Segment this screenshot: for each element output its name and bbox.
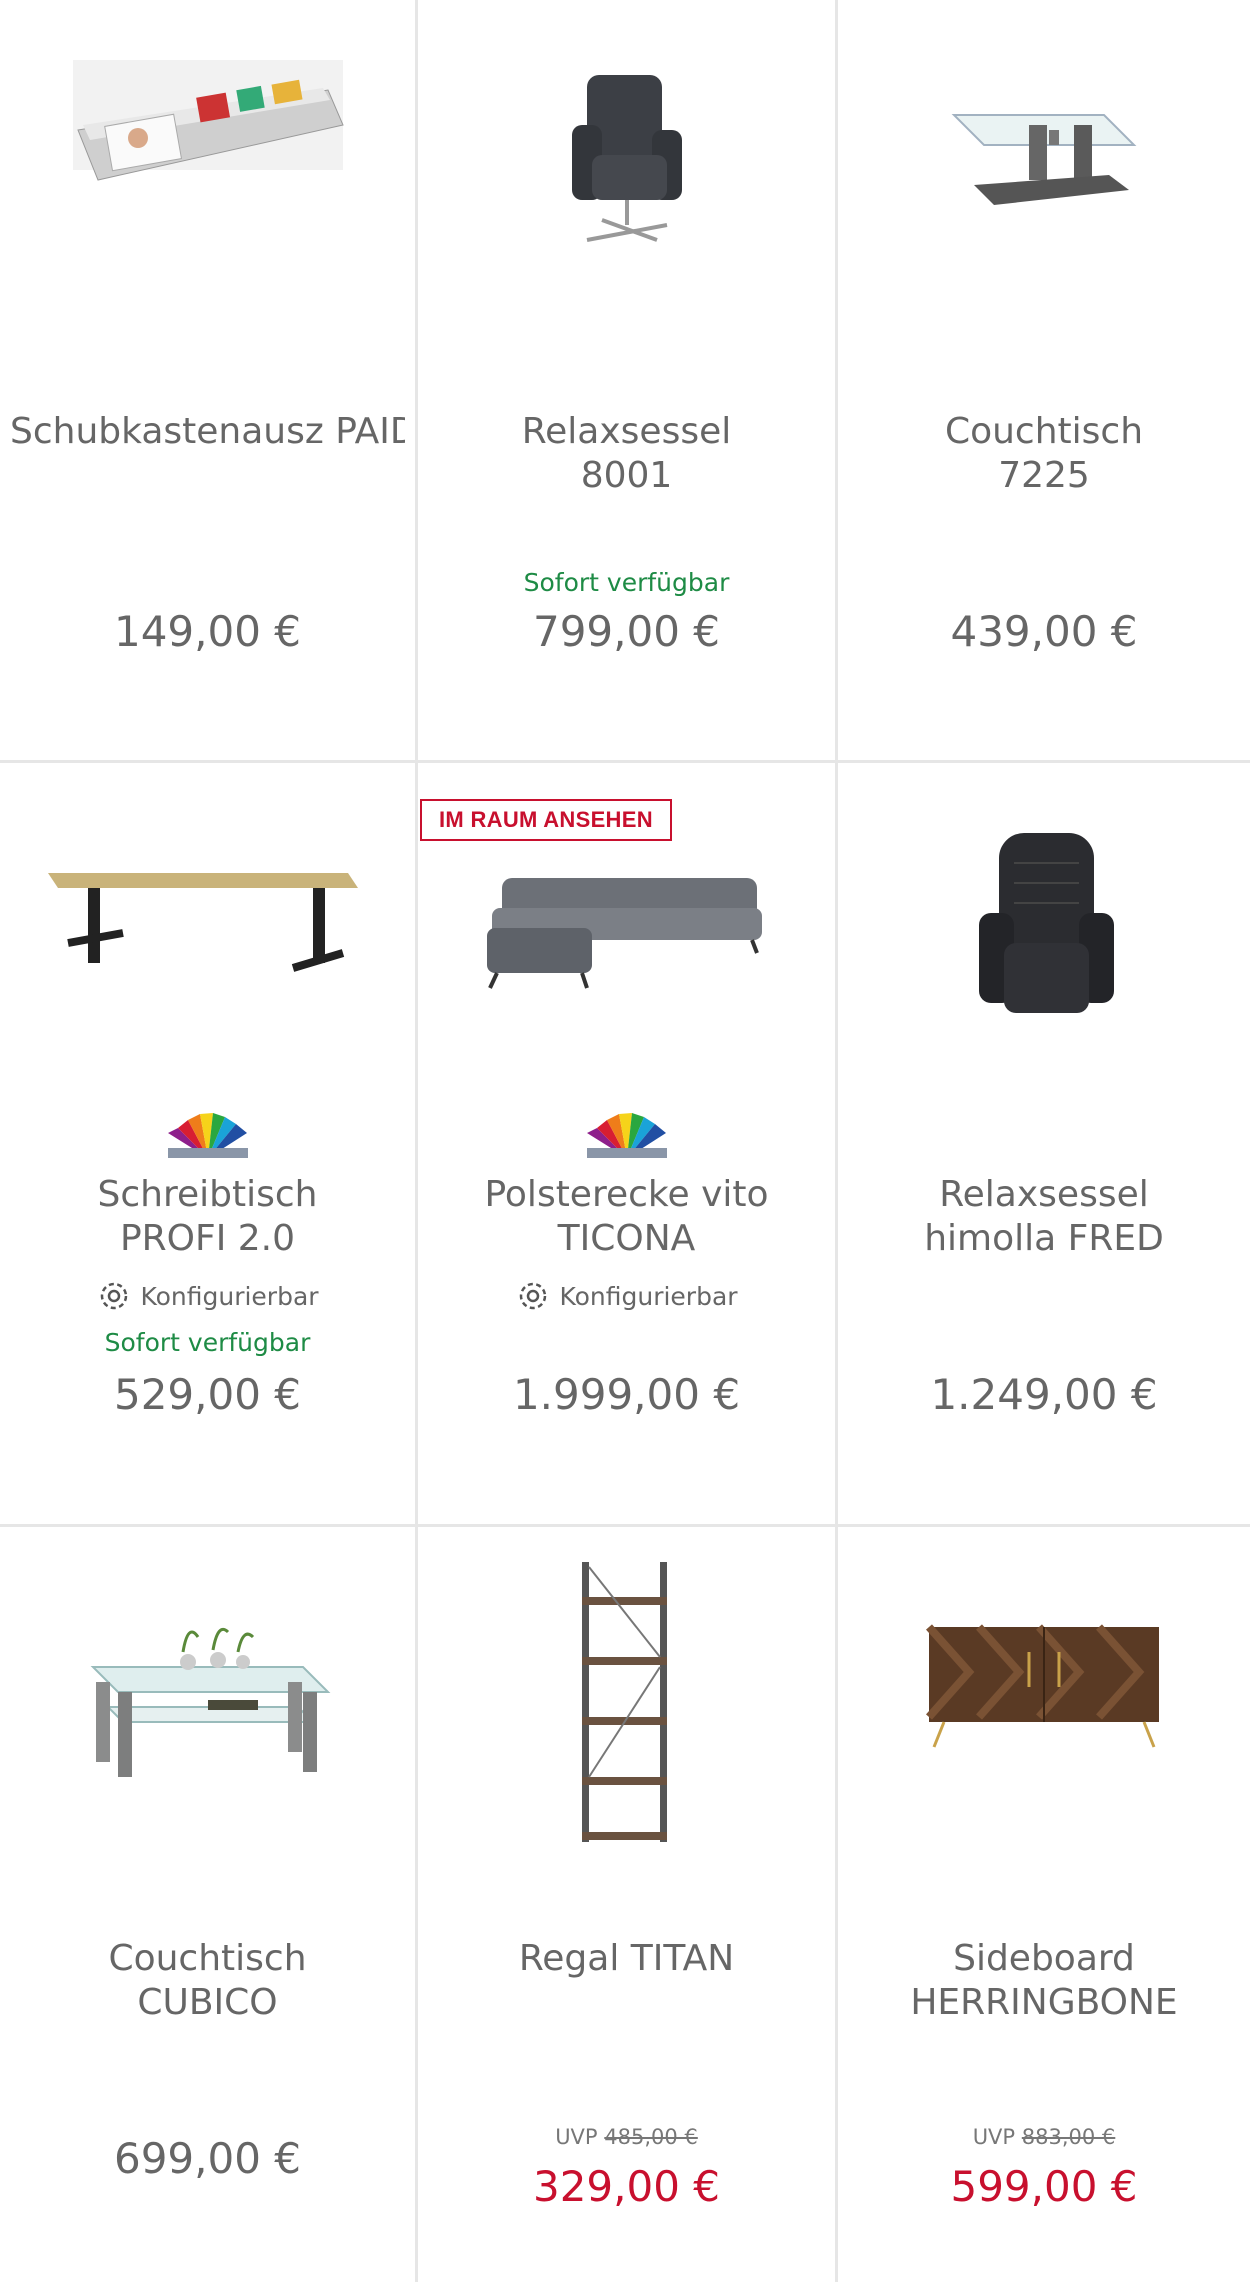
shelf-image[interactable] [418, 1557, 835, 1867]
product-card[interactable]: Couchtisch 7225 439,00 € [838, 0, 1250, 763]
leather-recliner-image[interactable] [838, 823, 1250, 1133]
uvp-price: UVP 485,00 € [555, 2125, 698, 2149]
product-title[interactable]: Couchtisch 7225 [848, 410, 1240, 498]
color-palette-icon [163, 1108, 253, 1163]
product-title[interactable]: Polsterecke vito TICONA [428, 1173, 825, 1261]
product-price: 799,00 € [532, 607, 721, 656]
product-card[interactable]: Relaxsessel himolla FRED 1.249,00 € [838, 763, 1250, 1527]
product-card[interactable]: Regal TITAN UVP 485,00 € 329,00 € [418, 1527, 838, 2282]
product-price: 1.249,00 € [930, 1370, 1158, 1419]
glass-coffee-table-image[interactable] [838, 40, 1250, 350]
product-card[interactable]: Schreibtisch PROFI 2.0 Konfigurierbar So… [0, 763, 418, 1527]
uvp-price: UVP 883,00 € [972, 2125, 1116, 2149]
product-title[interactable]: Regal TITAN [428, 1937, 825, 1981]
sale-price: 329,00 € [532, 2162, 721, 2211]
gear-icon [101, 1282, 128, 1310]
product-card[interactable]: IM RAUM ANSEHEN Polsterecke vito TICONA … [418, 763, 838, 1527]
configurable-label: Konfigurierbar [418, 1278, 835, 1314]
product-title[interactable]: Relaxsessel 8001 [428, 410, 825, 498]
sale-price: 599,00 € [950, 2162, 1138, 2211]
product-price: 149,00 € [113, 607, 302, 656]
product-title[interactable]: Sideboard HERRINGBONE [848, 1937, 1240, 2025]
gear-icon [520, 1282, 547, 1310]
glass-table-cubico-image[interactable] [0, 1582, 415, 1892]
product-title[interactable]: Couchtisch CUBICO [10, 1937, 405, 2025]
product-card[interactable]: Couchtisch CUBICO 699,00 € [0, 1527, 418, 2282]
product-grid: Schubkastenausz PAIDI JARO 149,00 € Rela… [0, 0, 1250, 2282]
product-title[interactable]: Schubkastenausz PAIDI JARO [10, 410, 405, 454]
product-card[interactable]: Relaxsessel 8001 Sofort verfügbar 799,00… [418, 0, 838, 763]
product-title[interactable]: Schreibtisch PROFI 2.0 [10, 1173, 405, 1261]
drawer-insert-image[interactable] [0, 40, 415, 350]
color-palette-icon [582, 1108, 672, 1163]
view-in-room-button[interactable]: IM RAUM ANSEHEN [420, 799, 672, 841]
availability-label: Sofort verfügbar [104, 1328, 311, 1357]
product-price: 1.999,00 € [512, 1370, 741, 1419]
product-card[interactable]: Schubkastenausz PAIDI JARO 149,00 € [0, 0, 418, 763]
product-price: 529,00 € [113, 1370, 302, 1419]
sideboard-image[interactable] [838, 1617, 1250, 1927]
configurable-label: Konfigurierbar [0, 1278, 415, 1314]
desk-image[interactable] [0, 803, 415, 1113]
availability-label: Sofort verfügbar [523, 568, 730, 597]
product-price: 439,00 € [950, 607, 1138, 656]
product-price: 699,00 € [113, 2134, 302, 2183]
recliner-chair-image[interactable] [418, 40, 835, 350]
product-title[interactable]: Relaxsessel himolla FRED [848, 1173, 1240, 1261]
product-card[interactable]: Sideboard HERRINGBONE UVP 883,00 € 599,0… [838, 1527, 1250, 2282]
